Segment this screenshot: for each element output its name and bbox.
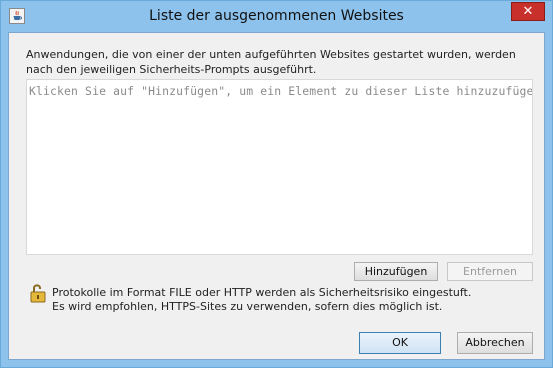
cancel-button[interactable]: Abbrechen (457, 332, 533, 354)
close-button[interactable]: ✕ (511, 2, 545, 21)
list-placeholder: Klicken Sie auf "Hinzufügen", um ein Ele… (29, 84, 533, 98)
security-warning: Protokolle im Format FILE oder HTTP werd… (52, 286, 472, 314)
warning-line-2: Es wird empfohlen, HTTPS-Sites zu verwen… (52, 300, 443, 313)
remove-button[interactable]: Entfernen (447, 262, 533, 281)
java-cup-icon (9, 8, 25, 24)
exception-site-list[interactable]: Klicken Sie auf "Hinzufügen", um ein Ele… (26, 79, 533, 255)
warning-line-1: Protokolle im Format FILE oder HTTP werd… (52, 286, 472, 299)
description-text: Anwendungen, die von einer der unten auf… (26, 48, 516, 76)
ok-button[interactable]: OK (359, 332, 441, 354)
title-bar[interactable]: Liste der ausgenommenen Websites ✕ (1, 1, 552, 32)
unlocked-padlock-icon (30, 283, 48, 303)
dialog-window: Liste der ausgenommenen Websites ✕ Anwen… (0, 0, 553, 368)
dialog-content: Anwendungen, die von einer der unten auf… (8, 32, 545, 360)
add-button[interactable]: Hinzufügen (354, 262, 438, 281)
window-title: Liste der ausgenommenen Websites (149, 8, 404, 24)
